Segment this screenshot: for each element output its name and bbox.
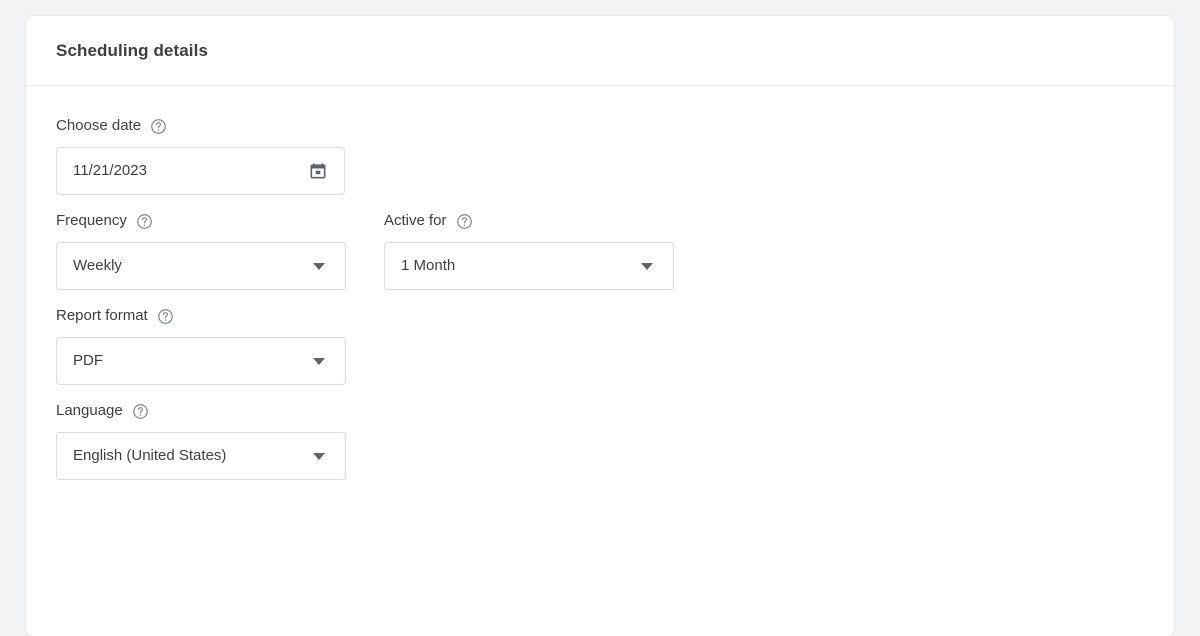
report-format-select-value: PDF bbox=[73, 352, 103, 369]
frequency-select[interactable]: Weekly bbox=[56, 242, 346, 290]
chevron-down-icon[interactable] bbox=[313, 357, 325, 365]
active-for-select-value: 1 Month bbox=[401, 257, 456, 274]
label-frequency: Frequency bbox=[56, 211, 346, 231]
page: Scheduling details Choose date 11/21/202… bbox=[0, 0, 1200, 636]
date-input[interactable]: 11/21/2023 bbox=[56, 147, 345, 195]
scheduling-details-card: Scheduling details Choose date 11/21/202… bbox=[26, 16, 1174, 636]
form-row-language: Language English (United States) bbox=[56, 401, 1144, 480]
form-row-date: Choose date 11/21/2023 bbox=[56, 116, 1144, 195]
field-frequency: Frequency Weekly bbox=[56, 211, 346, 290]
field-report-format: Report format PDF bbox=[56, 306, 346, 385]
help-outline-icon[interactable] bbox=[157, 308, 174, 325]
card-body: Choose date 11/21/2023 Frequency Weekly … bbox=[26, 86, 1174, 480]
language-select-value: English (United States) bbox=[73, 447, 227, 464]
calendar-icon[interactable] bbox=[308, 161, 328, 181]
active-for-select[interactable]: 1 Month bbox=[384, 242, 674, 290]
language-select[interactable]: English (United States) bbox=[56, 432, 346, 480]
form-row-report-format: Report format PDF bbox=[56, 306, 1144, 385]
label-language: Language bbox=[56, 401, 346, 421]
field-language: Language English (United States) bbox=[56, 401, 346, 480]
report-format-select[interactable]: PDF bbox=[56, 337, 346, 385]
card-header: Scheduling details bbox=[26, 16, 1174, 86]
chevron-down-icon[interactable] bbox=[313, 262, 325, 270]
field-choose-date: Choose date 11/21/2023 bbox=[56, 116, 345, 195]
help-outline-icon[interactable] bbox=[456, 213, 473, 230]
report-format-label-text: Report format bbox=[56, 307, 148, 324]
field-active-for: Active for 1 Month bbox=[384, 211, 674, 290]
help-outline-icon[interactable] bbox=[132, 403, 149, 420]
form-row-frequency-active: Frequency Weekly Active for 1 Month bbox=[56, 211, 1144, 290]
chevron-down-icon[interactable] bbox=[313, 452, 325, 460]
label-active-for: Active for bbox=[384, 211, 674, 231]
frequency-select-value: Weekly bbox=[73, 257, 122, 274]
label-report-format: Report format bbox=[56, 306, 346, 326]
date-input-value: 11/21/2023 bbox=[73, 162, 147, 179]
frequency-label-text: Frequency bbox=[56, 212, 127, 229]
label-choose-date: Choose date bbox=[56, 116, 345, 136]
language-label-text: Language bbox=[56, 402, 123, 419]
chevron-down-icon[interactable] bbox=[641, 262, 653, 270]
help-outline-icon[interactable] bbox=[150, 118, 167, 135]
help-outline-icon[interactable] bbox=[136, 213, 153, 230]
active-for-label-text: Active for bbox=[384, 212, 447, 229]
page-title: Scheduling details bbox=[56, 40, 208, 60]
choose-date-label-text: Choose date bbox=[56, 117, 142, 134]
